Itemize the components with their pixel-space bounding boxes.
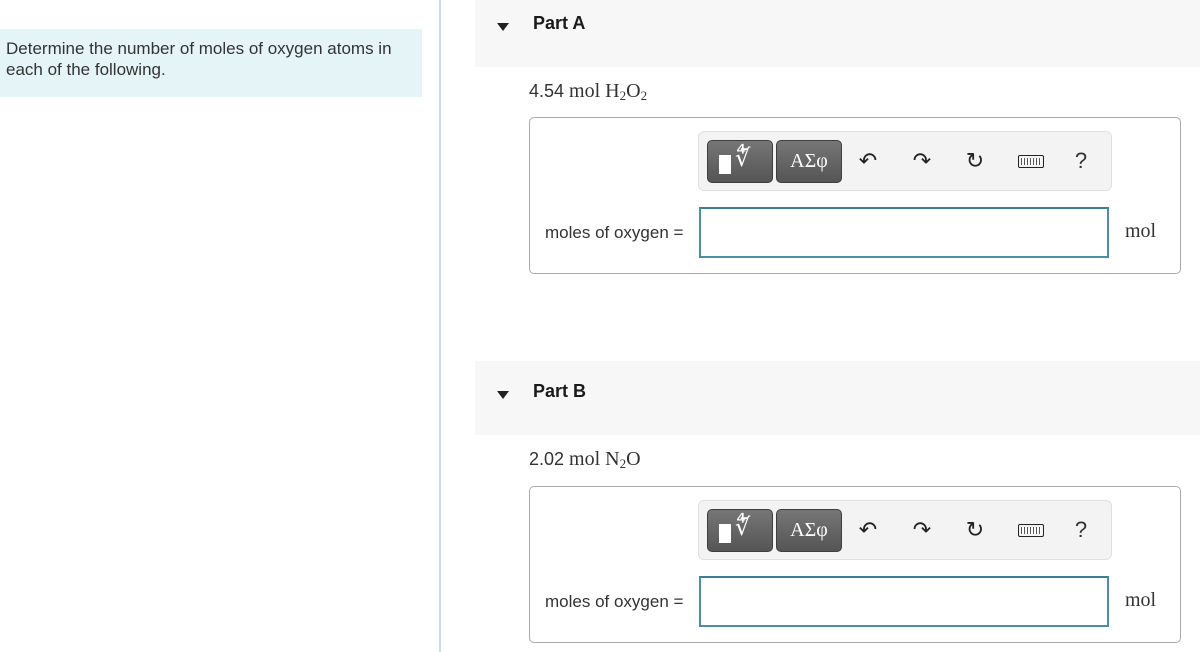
templates-root-icon	[719, 524, 731, 543]
part-a-question: 4.54 mol H2O2	[529, 80, 647, 104]
templates-root-icon	[719, 155, 731, 174]
undo-icon[interactable]: ↶	[853, 146, 883, 176]
moles-of-oxygen-input[interactable]	[699, 207, 1109, 258]
answer-unit: mol	[1125, 220, 1157, 242]
problem-intro: Determine the number of moles of oxygen …	[0, 29, 422, 97]
undo-icon[interactable]: ↶	[853, 515, 883, 545]
math-toolbar: ∜̄ ΑΣφ ↶ ↷ ↻ ?	[698, 500, 1112, 560]
question-unit: mol	[569, 80, 601, 102]
problem-intro-text: Determine the number of moles of oxygen …	[6, 39, 392, 79]
redo-icon[interactable]: ↷	[907, 146, 937, 176]
answer-label: moles of oxygen =	[545, 592, 684, 611]
help-button[interactable]: ?	[1066, 515, 1096, 545]
help-button[interactable]: ?	[1066, 146, 1096, 176]
question-unit: mol	[569, 448, 601, 470]
math-toolbar: ∜̄ ΑΣφ ↶ ↷ ↻ ?	[698, 131, 1112, 191]
part-b-question: 2.02 mol N2O	[529, 448, 641, 472]
keyboard-icon[interactable]	[1016, 146, 1046, 176]
redo-icon[interactable]: ↷	[907, 515, 937, 545]
keyboard-icon[interactable]	[1016, 515, 1046, 545]
templates-button[interactable]: ∜̄	[707, 140, 773, 183]
answer-unit: mol	[1125, 589, 1157, 611]
reset-icon[interactable]: ↻	[960, 146, 990, 176]
question-amount: 2.02	[529, 449, 565, 469]
reset-icon[interactable]: ↻	[960, 515, 990, 545]
problem-statement-pane: Determine the number of moles of oxygen …	[0, 0, 439, 652]
part-a-header[interactable]: Part A	[475, 0, 1200, 67]
part-a-answer-box: ∜̄ ΑΣφ ↶ ↷ ↻ ? moles of oxygen = mol	[529, 117, 1181, 274]
part-a-title: Part A	[533, 13, 586, 33]
question-formula: H2O2	[605, 80, 648, 103]
collapse-caret-icon[interactable]	[497, 23, 509, 31]
question-amount: 4.54	[529, 81, 565, 101]
greek-symbols-button[interactable]: ΑΣφ	[776, 509, 842, 552]
collapse-caret-icon[interactable]	[497, 391, 509, 399]
part-b-title: Part B	[533, 381, 587, 401]
greek-symbols-button[interactable]: ΑΣφ	[776, 140, 842, 183]
moles-of-oxygen-input[interactable]	[699, 576, 1109, 627]
pane-divider	[439, 0, 441, 652]
part-b-answer-box: ∜̄ ΑΣφ ↶ ↷ ↻ ? moles of oxygen = mol	[529, 486, 1181, 643]
question-formula: N2O	[605, 448, 641, 471]
part-b-header[interactable]: Part B	[475, 361, 1200, 435]
answer-label: moles of oxygen =	[545, 223, 684, 242]
templates-button[interactable]: ∜̄	[707, 509, 773, 552]
